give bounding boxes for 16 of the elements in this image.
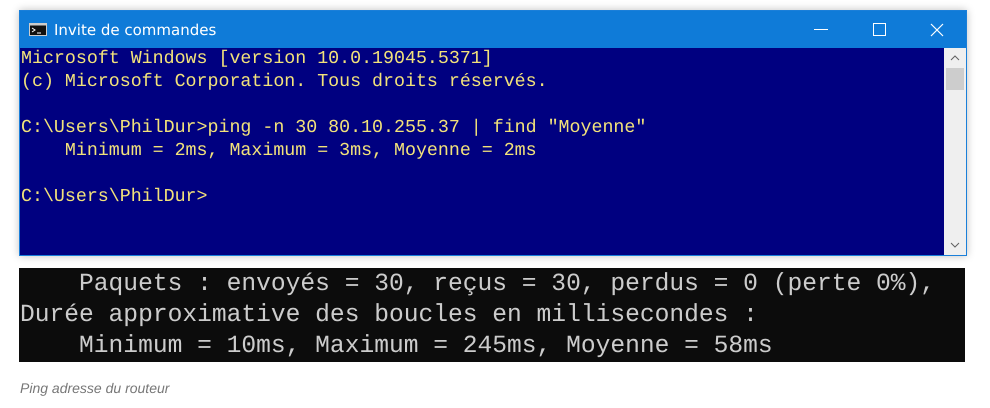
console-line: C:\Users\PhilDur> [21, 187, 208, 207]
console-line: Microsoft Windows [version 10.0.19045.5371] [21, 49, 493, 69]
terminal-icon [29, 23, 47, 36]
console-line: Minimum = 2ms, Maximum = 3ms, Moyenne = 2ms [64, 141, 537, 161]
console-line: (c) Microsoft Corporation. Tous droits réservés. [21, 72, 548, 92]
console-line: C:\Users\PhilDur>ping -n 30 80.10.255.37 | find "Moyenne" [21, 118, 646, 138]
close-icon[interactable] [930, 22, 944, 36]
output-line: Durée approximative des boucles en millisecondes : [20, 302, 758, 329]
window-title: Invite de commandes [54, 20, 218, 38]
output-line: Minimum = 10ms, Maximum = 245ms, Moyenne = 58ms [78, 333, 773, 360]
image-caption: Ping adresse du routeur [20, 380, 170, 396]
minimize-icon[interactable] [814, 28, 828, 30]
output-line: Paquets : envoyés = 30, reçus = 30, perdus = 0 (perte 0%), [78, 271, 936, 298]
scrollbar[interactable] [944, 48, 966, 255]
maximize-icon[interactable] [872, 23, 886, 36]
scroll-thumb[interactable] [946, 68, 964, 90]
